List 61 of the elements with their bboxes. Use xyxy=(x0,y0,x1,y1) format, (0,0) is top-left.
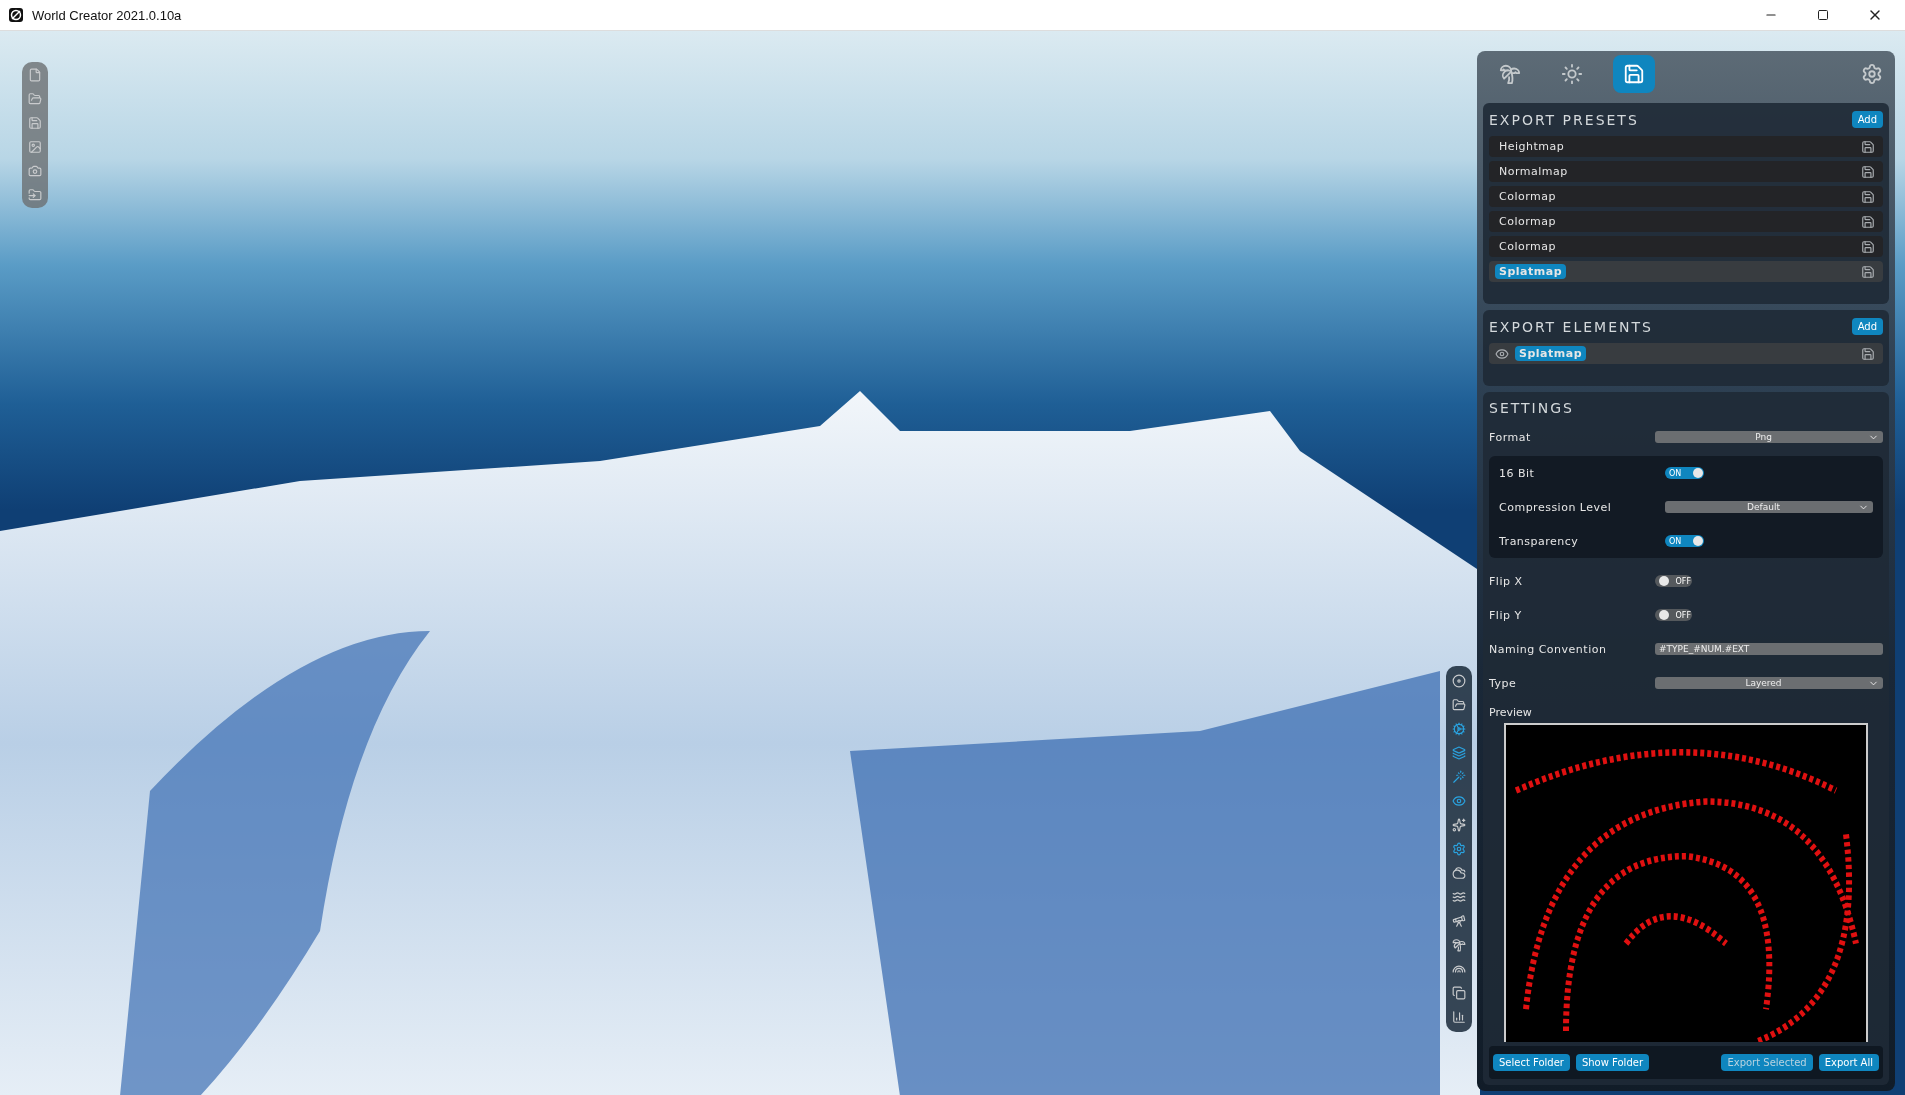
dropdown[interactable]: Default xyxy=(1665,501,1873,513)
save-icon[interactable] xyxy=(1861,189,1875,204)
dropdown[interactable]: Png xyxy=(1655,431,1883,443)
setting-label: Transparency xyxy=(1499,534,1580,548)
preset-row[interactable]: Normalmap xyxy=(1489,161,1883,182)
folder-icon[interactable] xyxy=(1452,698,1466,712)
telescope-icon[interactable] xyxy=(1452,914,1466,928)
sparkles-icon[interactable] xyxy=(1452,818,1466,832)
save-icon[interactable] xyxy=(1861,164,1875,179)
setting-label: Flip X xyxy=(1489,574,1524,588)
waves-icon[interactable] xyxy=(1452,890,1466,904)
settings-icon[interactable] xyxy=(1861,63,1883,85)
toggle-switch[interactable]: ON xyxy=(1665,535,1704,547)
settings-icon[interactable] xyxy=(1452,842,1466,856)
preview-label: Preview xyxy=(1489,706,1533,719)
layers-icon[interactable] xyxy=(1452,746,1466,760)
save-icon[interactable] xyxy=(1861,139,1875,154)
section-title: SETTINGS xyxy=(1489,400,1574,416)
setting-label: Flip Y xyxy=(1489,608,1523,622)
text-input[interactable]: #TYPE_#NUM.#EXT xyxy=(1655,643,1883,655)
setting-label: Compression Level xyxy=(1499,500,1613,514)
save-icon xyxy=(1623,63,1645,85)
setting-label: 16 Bit xyxy=(1499,466,1536,480)
save-icon[interactable] xyxy=(1861,346,1875,361)
add-button[interactable]: Add xyxy=(1851,318,1883,335)
toggle-switch[interactable]: OFF xyxy=(1655,575,1692,587)
eye-icon[interactable] xyxy=(1495,346,1509,361)
preset-row[interactable]: Colormap xyxy=(1489,236,1883,257)
window-title: World Creator 2021.0.10a xyxy=(32,7,183,23)
preset-row[interactable]: Heightmap xyxy=(1489,136,1883,157)
section-title: EXPORT ELEMENTS xyxy=(1489,318,1653,335)
add-button[interactable]: Add xyxy=(1851,111,1883,128)
preset-row[interactable]: Colormap xyxy=(1489,211,1883,232)
save-icon[interactable] xyxy=(1861,214,1875,229)
app-logo-icon xyxy=(8,7,24,23)
export-tab[interactable] xyxy=(1613,55,1655,93)
preset-row[interactable]: Splatmap xyxy=(1489,261,1883,282)
dropdown[interactable]: Layered xyxy=(1655,677,1883,689)
maximize-icon[interactable] xyxy=(1817,9,1829,21)
folder-button[interactable]: Select Folder xyxy=(1493,1054,1570,1071)
palm-island-icon xyxy=(1499,63,1521,85)
disc-icon[interactable] xyxy=(1452,674,1466,688)
toggle-switch[interactable]: ON xyxy=(1665,467,1704,479)
setting-label: Type xyxy=(1489,676,1518,690)
eye-icon[interactable] xyxy=(1452,794,1466,808)
export-button[interactable]: Export All xyxy=(1818,1054,1879,1071)
palm-island-icon[interactable] xyxy=(1452,938,1466,952)
setting-label: Naming Convention xyxy=(1489,642,1608,656)
save-icon[interactable] xyxy=(1861,264,1875,279)
element-row[interactable]: Splatmap xyxy=(1489,343,1883,364)
preset-row[interactable]: Colormap xyxy=(1489,186,1883,207)
toggle-switch[interactable]: OFF xyxy=(1655,609,1692,621)
chart-icon[interactable] xyxy=(1452,1010,1466,1024)
clouds-icon[interactable] xyxy=(1452,866,1466,880)
wand-icon[interactable] xyxy=(1452,770,1466,784)
save-icon[interactable] xyxy=(1861,239,1875,254)
section-title: EXPORT PRESETS xyxy=(1489,111,1639,128)
sun-icon xyxy=(1561,63,1583,85)
folder-button[interactable]: Show Folder xyxy=(1575,1054,1649,1071)
copy-icon[interactable] xyxy=(1452,986,1466,1000)
setting-label: Format xyxy=(1489,430,1532,444)
